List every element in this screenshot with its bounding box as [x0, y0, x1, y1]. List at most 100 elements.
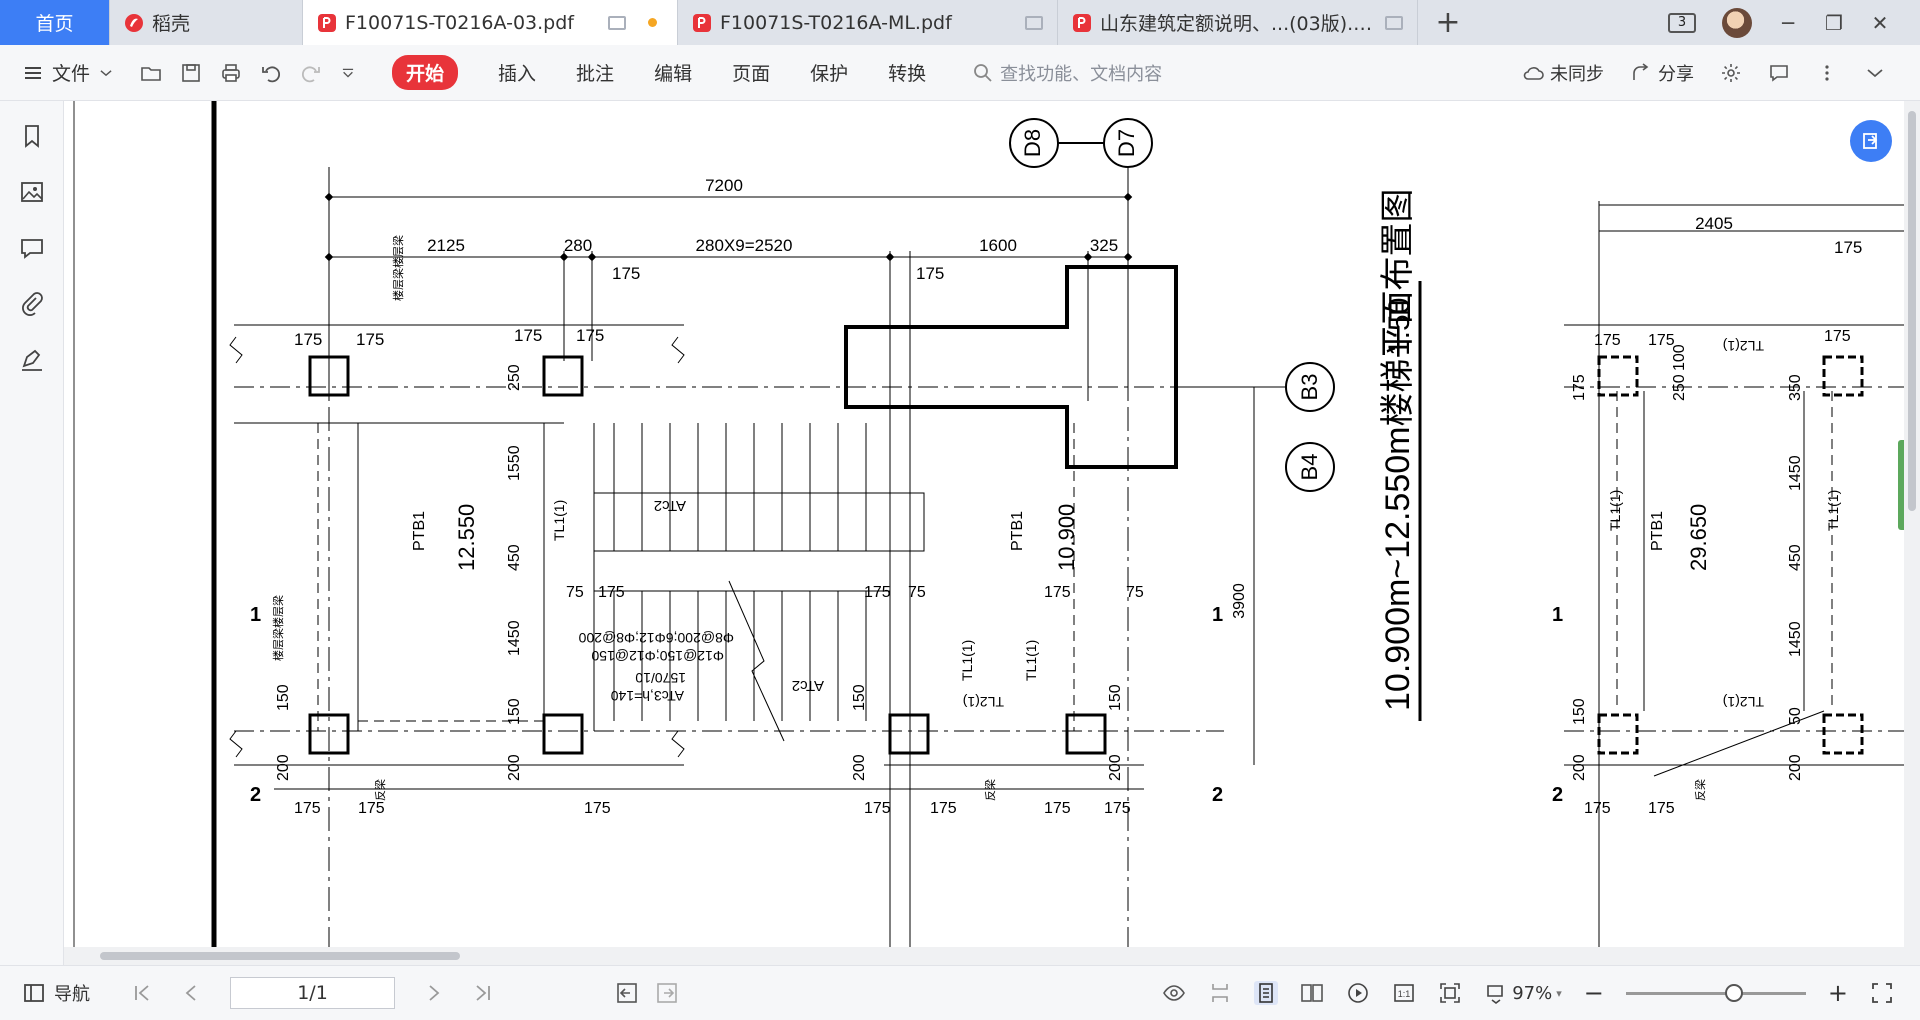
tab-start[interactable]: 开始	[392, 55, 459, 90]
zoom-level: 97%	[1512, 982, 1553, 1004]
next-page-icon[interactable]	[421, 981, 445, 1005]
restore-icon[interactable]: ❐	[1824, 11, 1844, 35]
minimize-icon[interactable]: ─	[1778, 11, 1798, 35]
dim-325: 325	[1090, 236, 1118, 255]
signature-icon[interactable]	[19, 347, 45, 373]
label-rebar-1: Φ12@150;Φ12@150	[591, 648, 724, 664]
file-menu-label: 文件	[52, 63, 91, 85]
convert-float-button[interactable]	[1850, 120, 1892, 162]
navigation-toggle[interactable]: 导航	[0, 980, 90, 1006]
dim-200-r2: 200	[1787, 754, 1804, 781]
tab-document-ml[interactable]: F10071S-T0216A-ML.pdf	[678, 0, 1058, 45]
tab-page[interactable]: 页面	[732, 59, 770, 86]
tab-daoke[interactable]: 稻壳	[110, 0, 303, 45]
redo-icon[interactable]	[300, 62, 322, 84]
forward-view-icon[interactable]	[655, 981, 679, 1005]
monitor-icon[interactable]	[1385, 15, 1403, 30]
grid-tag-b3: B3	[1285, 362, 1335, 412]
feature-search[interactable]: 查找功能、文档内容	[972, 60, 1162, 86]
page-number-input[interactable]: 1/1	[230, 977, 395, 1009]
gear-icon[interactable]	[1720, 62, 1742, 84]
dim-100: 100	[1671, 344, 1688, 371]
attachment-icon[interactable]	[19, 291, 45, 317]
tab-insert[interactable]: 插入	[498, 59, 536, 86]
tab-document-ml-label: F10071S-T0216A-ML.pdf	[720, 11, 952, 34]
sidebar-panel-icon	[24, 984, 44, 1002]
print-icon[interactable]	[220, 62, 242, 84]
window-controls: 3 ─ ❐ ✕	[1668, 0, 1920, 45]
dim-350: 350	[1787, 374, 1804, 401]
zoom-dropdown[interactable]: 97% ▾	[1484, 981, 1562, 1005]
zoom-out-icon[interactable]: −	[1584, 979, 1604, 1007]
grid-tag-d7: D7	[1103, 118, 1153, 168]
tab-document-shandong-label: 山东建筑定额说明、...(03版).pdf	[1100, 13, 1375, 35]
continuous-page-icon[interactable]	[1208, 981, 1232, 1005]
customize-dropdown-icon[interactable]	[340, 62, 356, 84]
prev-page-icon[interactable]	[180, 981, 204, 1005]
quick-actions	[140, 62, 356, 84]
back-view-icon[interactable]	[615, 981, 639, 1005]
zoom-slider-knob[interactable]	[1724, 983, 1743, 1002]
file-menu[interactable]: 文件	[0, 59, 114, 86]
horizontal-scroll-thumb[interactable]	[100, 952, 460, 960]
new-tab-button[interactable]: +	[1418, 0, 1478, 45]
chevron-down-icon[interactable]	[1864, 62, 1886, 84]
single-page-icon[interactable]	[1254, 981, 1279, 1005]
right-columns	[1597, 355, 1864, 755]
zoom-slider[interactable]	[1625, 983, 1806, 1002]
tab-daoke-label: 稻壳	[152, 13, 191, 35]
monitor-icon[interactable]	[608, 15, 626, 30]
last-page-icon[interactable]	[471, 981, 495, 1005]
tab-convert[interactable]: 转换	[888, 59, 926, 86]
image-icon[interactable]	[19, 179, 45, 205]
dim-175-i: 175	[1044, 584, 1071, 601]
horizontal-scrollbar[interactable]	[64, 947, 1904, 965]
fullscreen-icon[interactable]	[1870, 981, 1894, 1005]
avatar[interactable]	[1722, 7, 1752, 38]
zoom-in-icon[interactable]: +	[1828, 979, 1848, 1007]
vertical-scrollbar[interactable]	[1904, 101, 1920, 965]
label-tl11-a: TL1(1)	[551, 500, 567, 541]
label-ptb1-left: PTB1	[411, 511, 428, 551]
dim-175-l: 175	[584, 800, 611, 817]
first-page-icon[interactable]	[130, 981, 154, 1005]
tab-home[interactable]: 首页	[0, 0, 110, 45]
play-icon[interactable]	[1346, 981, 1370, 1005]
dim-175-u: 175	[1571, 374, 1588, 401]
dim-175-p: 175	[1104, 800, 1131, 817]
tab-document-shandong[interactable]: 山东建筑定额说明、...(03版).pdf	[1058, 0, 1418, 45]
dim-250: 250	[506, 364, 523, 391]
close-icon[interactable]: ✕	[1870, 11, 1890, 35]
document-view[interactable]: D8 D7 7200 2125 280 280X9=2520 1600 325 …	[64, 101, 1904, 965]
tab-protect[interactable]: 保护	[810, 59, 848, 86]
tab-annotate[interactable]: 批注	[576, 59, 614, 86]
save-icon[interactable]	[180, 62, 202, 84]
comment-icon[interactable]	[1768, 62, 1790, 84]
chevron-down-icon	[100, 69, 112, 76]
monitor-icon[interactable]	[1025, 15, 1043, 30]
label-rebar-2: Φ8@200;6Φ12;Φ8@200	[578, 630, 734, 646]
dim-1600: 1600	[979, 236, 1017, 255]
grid-tag-b4-text: B4	[1297, 454, 1322, 481]
sync-button[interactable]: 未同步	[1522, 60, 1604, 86]
open-folder-icon[interactable]	[140, 62, 162, 84]
tab-document-03[interactable]: F10071S-T0216A-03.pdf	[303, 0, 678, 45]
eye-icon[interactable]	[1162, 981, 1186, 1005]
dim-75-c: 75	[908, 584, 926, 601]
section-mark-2-left: 2	[250, 784, 261, 806]
search-icon	[974, 63, 992, 82]
more-vertical-icon[interactable]	[1816, 62, 1838, 84]
two-page-icon[interactable]	[1300, 981, 1324, 1005]
fit-page-icon[interactable]	[1438, 981, 1462, 1005]
undo-icon[interactable]	[260, 62, 282, 84]
unsaved-dot-icon	[648, 18, 657, 27]
vertical-scroll-thumb[interactable]	[1908, 111, 1916, 511]
share-button[interactable]: 分享	[1630, 60, 1694, 86]
label-tl11-d: TL1(1)	[1607, 490, 1623, 531]
window-count-button[interactable]: 3	[1668, 12, 1696, 33]
actual-size-icon[interactable]: 1:1	[1392, 981, 1416, 1005]
tab-edit[interactable]: 编辑	[654, 59, 692, 86]
dim-175-v: 175	[1584, 800, 1611, 817]
bookmark-icon[interactable]	[19, 123, 45, 149]
comment-icon[interactable]	[19, 235, 45, 261]
